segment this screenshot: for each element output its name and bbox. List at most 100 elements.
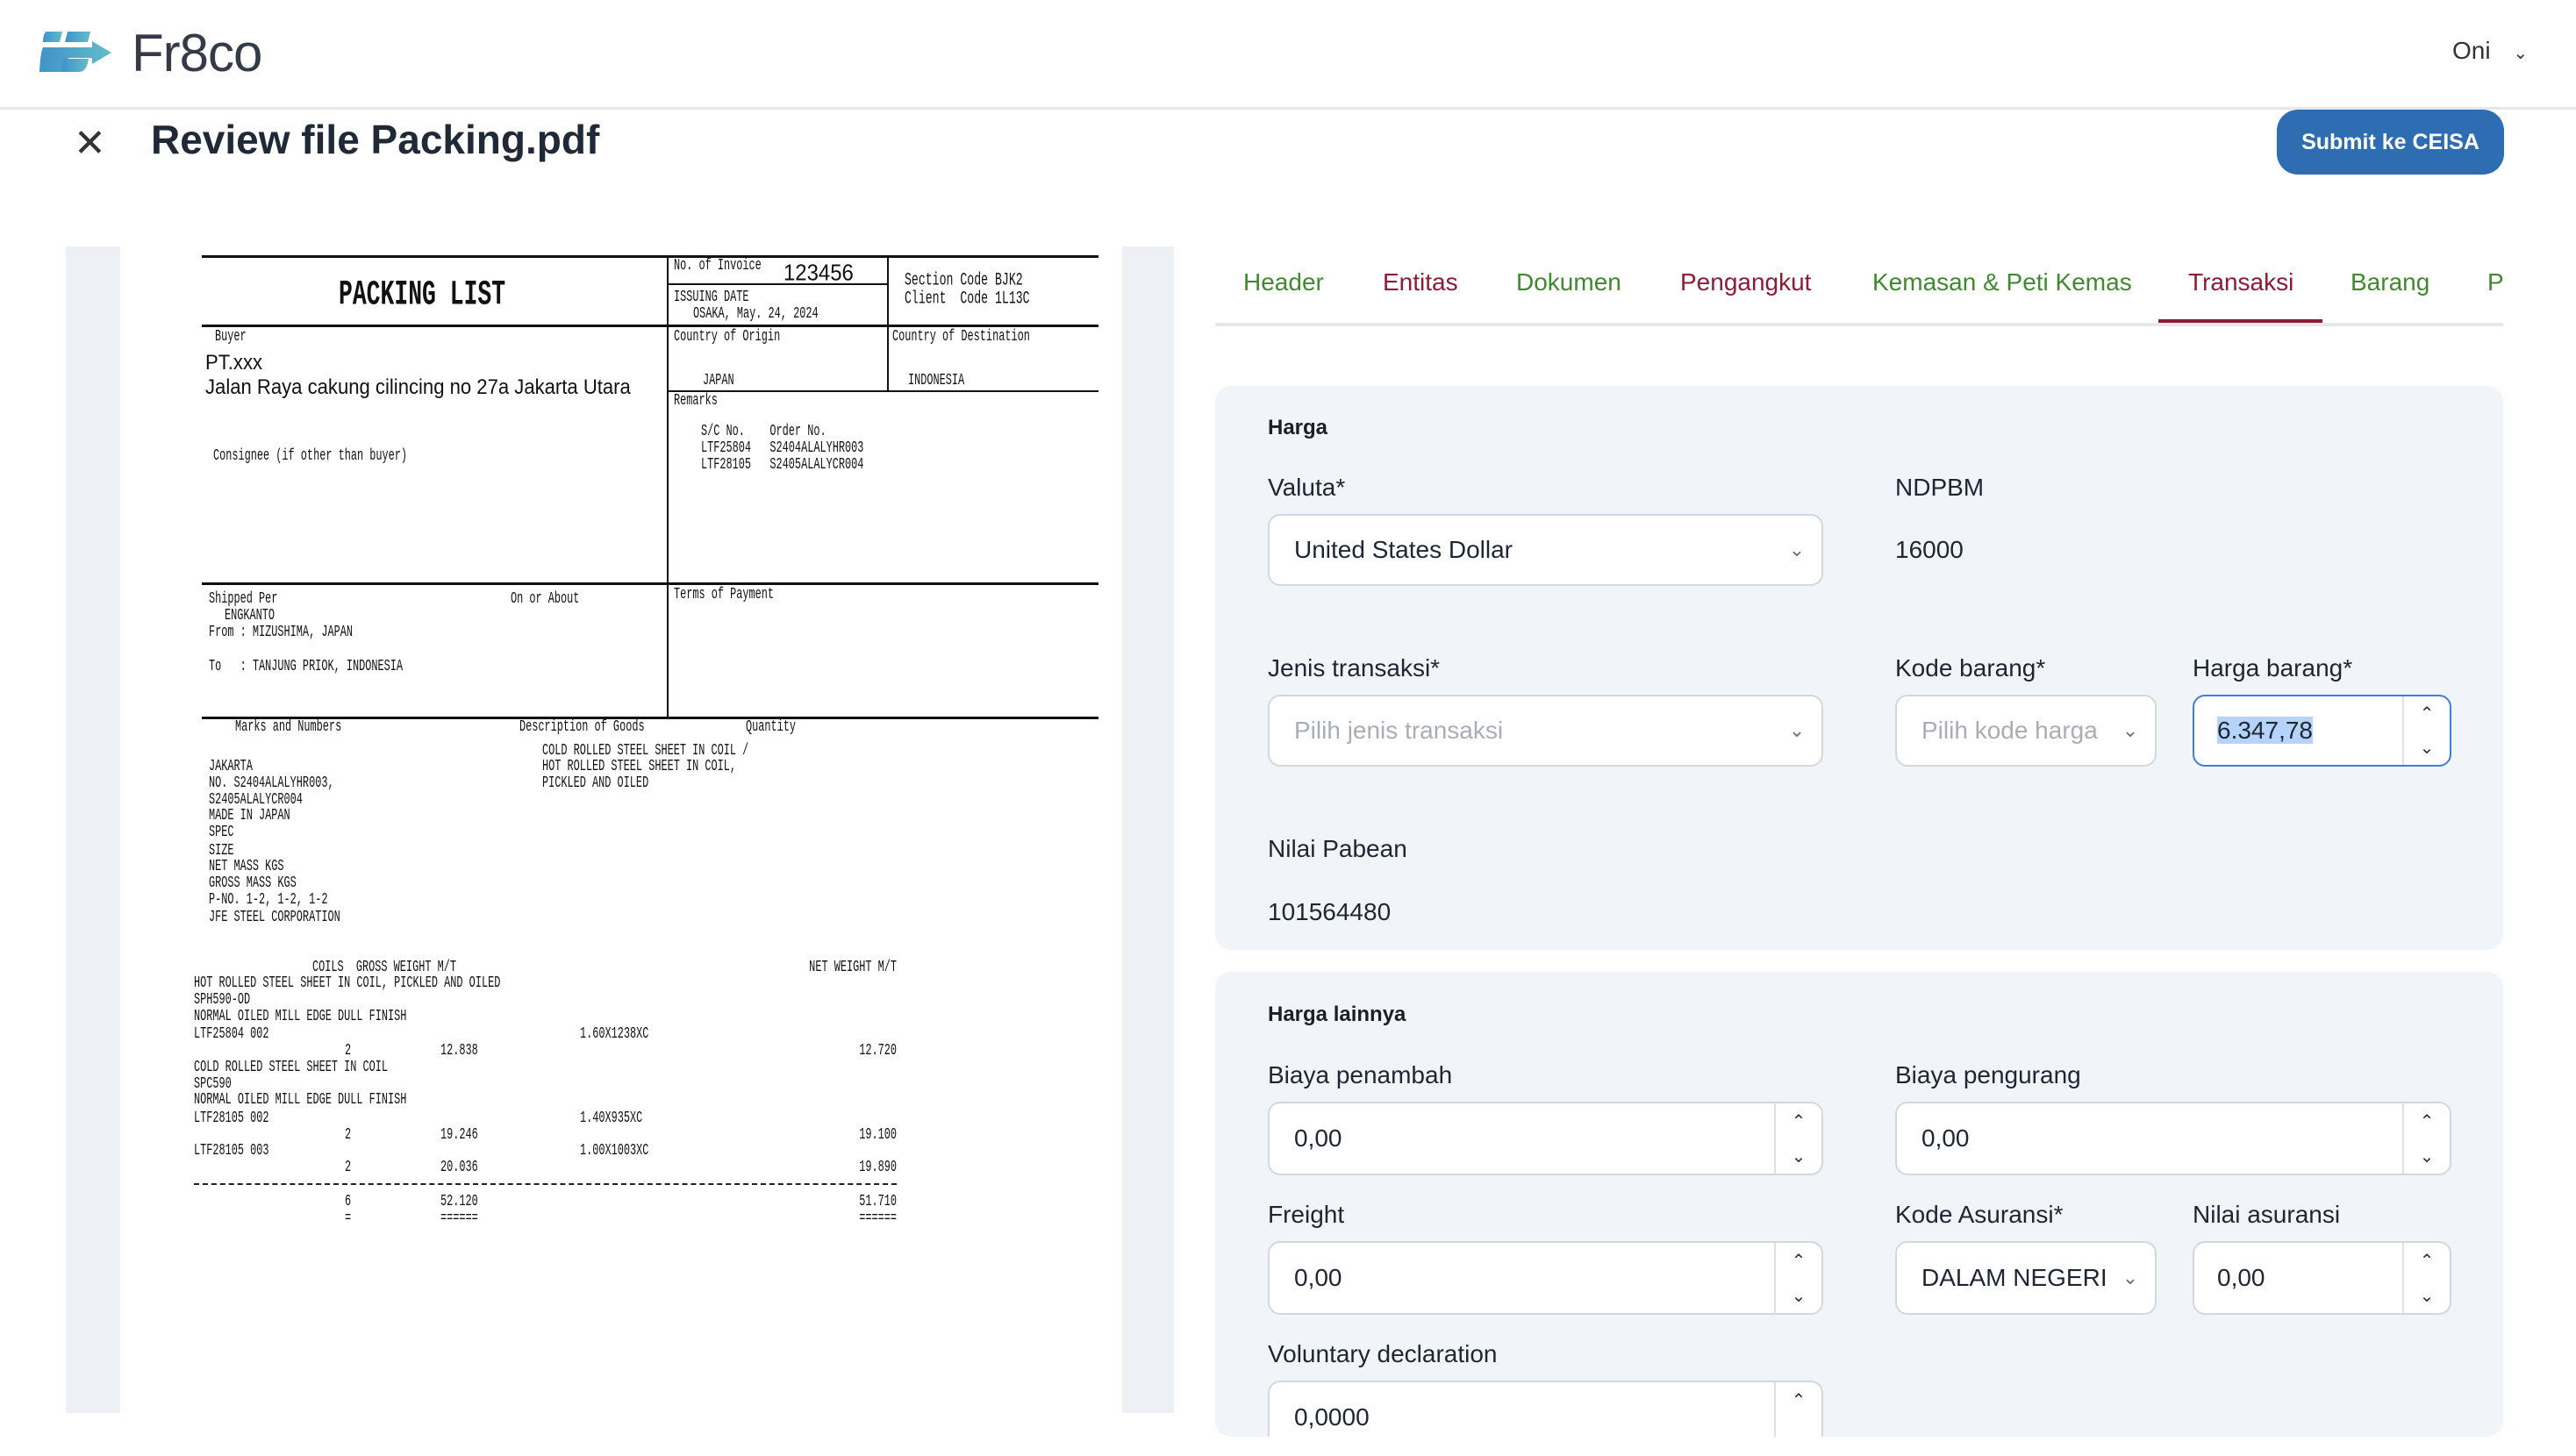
doc-text: HOT ROLLED STEEL SHEET IN COIL, PICKLED … (194, 974, 501, 992)
doc-text: ISSUING DATE (674, 289, 749, 306)
doc-invoice-no: 123456 (784, 259, 854, 286)
doc-text: SPH590-OD (194, 991, 251, 1009)
doc-text: INDONESIA (908, 372, 965, 389)
chevron-down-icon[interactable]: ⌄ (2420, 1146, 2435, 1167)
biaya-penambah-label: Biaya penambah (1268, 1061, 1453, 1088)
freight-input[interactable]: 0,00 ⌃ ⌄ (1268, 1241, 1823, 1315)
tab-pungutan[interactable]: Pungutan (2487, 268, 2503, 296)
tab-kemasan[interactable]: Kemasan & Peti Kemas (1872, 268, 2132, 296)
harga-barang-value: 6.347,78 (2217, 717, 2313, 744)
biaya-penambah-input[interactable]: 0,00 ⌃ ⌄ (1268, 1102, 1823, 1175)
stepper[interactable]: ⌃ ⌄ (2402, 1103, 2450, 1174)
biaya-pengurang-input[interactable]: 0,00 ⌃ ⌄ (1895, 1102, 2451, 1175)
user-name: Oni (2452, 37, 2491, 64)
doc-text: Buyer (215, 328, 247, 346)
doc-text: 2 (345, 1126, 352, 1144)
kode-barang-select[interactable]: Pilih kode harga ⌄ (1895, 695, 2157, 767)
doc-text: NET WEIGHT M/T (809, 959, 897, 976)
voluntary-declaration-value: 0,0000 (1294, 1403, 1370, 1431)
close-icon[interactable]: ✕ (74, 121, 106, 166)
doc-text: ENGKANTO (225, 607, 275, 625)
doc-dashed-rule (194, 1183, 897, 1185)
harga-barang-label: Harga barang* (2193, 654, 2353, 682)
valuta-select[interactable]: United States Dollar ⌄ (1268, 514, 1823, 586)
stepper[interactable]: ⌃ ⌄ (1774, 1243, 1821, 1313)
brand-name: Fr8co (132, 24, 262, 82)
doc-text: 19.100 (859, 1126, 897, 1144)
doc-text: 1.00X1003XC (580, 1142, 649, 1160)
stepper[interactable]: ⌃ ⌄ (1774, 1382, 1821, 1437)
biaya-pengurang-value: 0,00 (1921, 1124, 1970, 1152)
tab-dokumen[interactable]: Dokumen (1516, 268, 1621, 296)
tab-pengangkut[interactable]: Pengangkut (1680, 268, 1811, 296)
section-title-harga: Harga (1268, 416, 1328, 439)
tab-transaksi[interactable]: Transaksi (2188, 268, 2293, 296)
stepper[interactable]: ⌃ ⌄ (1774, 1103, 1821, 1174)
doc-text: On or About (511, 590, 580, 608)
doc-text: S2405ALALYCR004 (209, 791, 303, 809)
doc-text: NORMAL OILED MILL EDGE DULL FINISH (194, 1091, 407, 1109)
doc-text: COLD ROLLED STEEL SHEET IN COIL (194, 1059, 389, 1076)
chevron-down-icon[interactable]: ⌄ (1792, 1285, 1807, 1307)
tab-entitas[interactable]: Entitas (1383, 268, 1458, 296)
chevron-down-icon[interactable]: ⌄ (1792, 1146, 1807, 1167)
chevron-up-icon[interactable]: ⌃ (1792, 1389, 1807, 1411)
section-title-harga-lainnya: Harga lainnya (1268, 1003, 1406, 1026)
chevron-up-icon[interactable]: ⌃ (2420, 1250, 2435, 1272)
nilai-asuransi-input[interactable]: 0,00 ⌃ ⌄ (2193, 1241, 2451, 1315)
doc-text: 51.710 (859, 1193, 897, 1210)
chevron-up-icon[interactable]: ⌃ (2420, 703, 2435, 724)
chevron-up-icon[interactable]: ⌃ (2420, 1110, 2435, 1132)
doc-text: NET MASS KGS (209, 858, 284, 875)
doc-text: JAKARTA (209, 758, 253, 775)
ndpbm-label: NDPBM (1895, 474, 1985, 501)
doc-text: Description of Goods (519, 718, 645, 736)
user-menu[interactable]: Oni ⌄ (2452, 37, 2528, 65)
stepper[interactable]: ⌃ ⌄ (2402, 1243, 2450, 1313)
jenis-transaksi-placeholder: Pilih jenis transaksi (1294, 717, 1504, 744)
jenis-transaksi-select[interactable]: Pilih jenis transaksi ⌄ (1268, 695, 1823, 767)
top-bar: Fr8co Oni ⌄ (0, 0, 2576, 110)
ndpbm-value: 16000 (1895, 536, 1964, 563)
doc-text: Jalan Raya cakung cilincing no 27a Jakar… (205, 375, 631, 399)
doc-text: SIZE (209, 842, 234, 860)
doc-text: 20.036 (440, 1159, 478, 1176)
chevron-down-icon: ⌄ (1788, 539, 1806, 560)
kode-asuransi-select[interactable]: DALAM NEGERI ⌄ (1895, 1241, 2157, 1315)
doc-text: 2 (345, 1159, 352, 1176)
chevron-down-icon[interactable]: ⌄ (1792, 1424, 1807, 1438)
freight-value: 0,00 (1294, 1264, 1342, 1291)
doc-text: NO. S2404ALALYHR003, (209, 774, 334, 792)
doc-text: ====== (859, 1210, 897, 1227)
chevron-down-icon: ⌄ (2122, 719, 2139, 741)
chevron-down-icon: ⌄ (1788, 719, 1806, 741)
doc-text: GROSS MASS KGS (209, 874, 297, 892)
chevron-down-icon: ⌄ (2513, 44, 2529, 63)
submit-ceisa-button[interactable]: Submit ke CEISA (2277, 110, 2504, 175)
doc-text: 1.40X935XC (580, 1110, 643, 1127)
tab-barang[interactable]: Barang (2351, 268, 2429, 296)
doc-text: JFE STEEL CORPORATION (209, 909, 340, 926)
stepper[interactable]: ⌃ ⌄ (2402, 696, 2450, 765)
doc-text: 12.720 (859, 1042, 897, 1060)
doc-text: Marks and Numbers (235, 718, 342, 736)
doc-text: = (345, 1210, 352, 1227)
doc-text: LTF25804 S2404ALALYHR003 (701, 439, 864, 457)
chevron-up-icon[interactable]: ⌃ (1792, 1250, 1807, 1272)
doc-text: PICKLED AND OILED (542, 774, 649, 792)
chevron-down-icon[interactable]: ⌄ (2420, 737, 2435, 759)
tab-header[interactable]: Header (1243, 268, 1324, 296)
doc-text: PT.xxx (205, 351, 263, 375)
doc-text: MADE IN JAPAN (209, 807, 290, 824)
chevron-down-icon[interactable]: ⌄ (2420, 1285, 2435, 1307)
voluntary-declaration-input[interactable]: 0,0000 ⌃ ⌄ (1268, 1381, 1823, 1437)
doc-text: Consignee (if other than buyer) (213, 447, 408, 465)
doc-text: Remarks (674, 392, 718, 410)
chevron-up-icon[interactable]: ⌃ (1792, 1110, 1807, 1132)
kode-asuransi-value: DALAM NEGERI (1921, 1264, 2106, 1291)
doc-text: To : TANJUNG PRIOK, INDONESIA (209, 658, 404, 675)
harga-barang-input[interactable]: 6.347,78 ⌃ ⌄ (2193, 695, 2451, 767)
voluntary-declaration-label: Voluntary declaration (1268, 1340, 1498, 1367)
doc-text: S/C No. Order No. (701, 423, 826, 440)
doc-text: Section Code BJK2 (905, 270, 1023, 291)
